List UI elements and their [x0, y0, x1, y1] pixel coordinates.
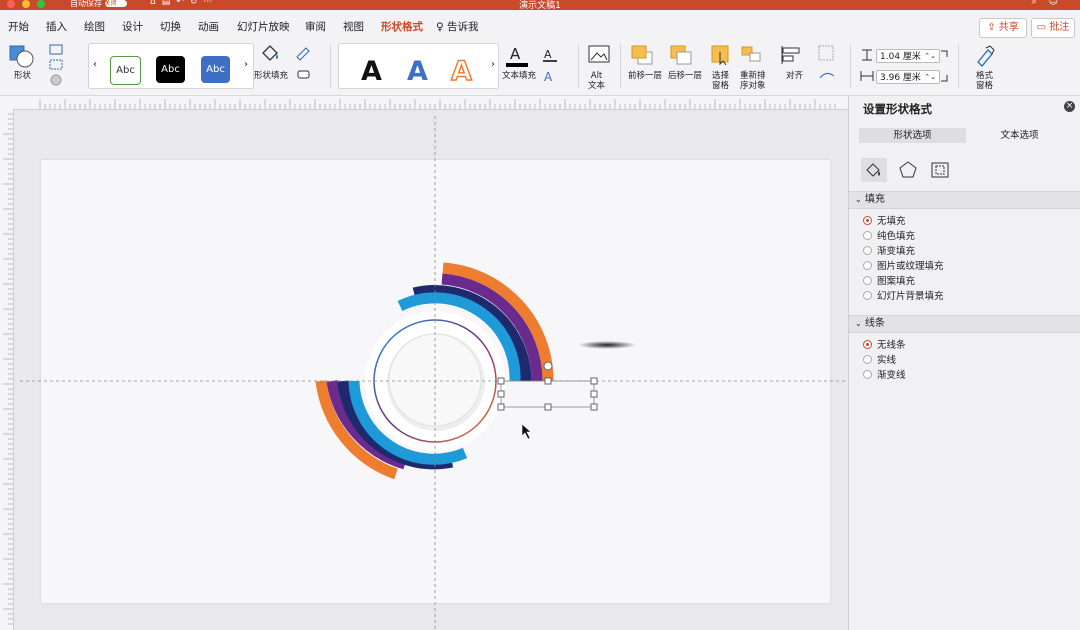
- pentagon-icon: [899, 161, 917, 178]
- option-label: 幻灯片背景填充: [877, 291, 944, 302]
- fill-section-label: 填充: [864, 194, 885, 205]
- fill-line-icon: [866, 163, 880, 177]
- radio-solid-line[interactable]: 实线: [863, 354, 896, 368]
- option-label: 无线条: [877, 340, 906, 351]
- tab-text-options[interactable]: 文本选项: [966, 128, 1073, 143]
- format-pane-icon[interactable]: [972, 44, 998, 68]
- height-value: 1.04 厘米: [880, 52, 921, 62]
- radio-picture-fill[interactable]: 图片或纹理填充: [863, 260, 944, 274]
- titlebar-right-icons: ⌕☺: [1032, 0, 1070, 7]
- search-icon[interactable]: ⌕: [1032, 0, 1049, 7]
- radio-gradient-fill[interactable]: 渐变填充: [863, 245, 915, 259]
- chevron-down-icon: ⌄: [855, 319, 862, 328]
- fill-section-header[interactable]: ⌄ 填充: [849, 191, 1080, 209]
- comments-button[interactable]: ▭ 批注: [1031, 18, 1075, 38]
- ribbon-separator: [850, 44, 851, 88]
- line-section-label: 线条: [864, 318, 885, 329]
- mouse-cursor-icon: [521, 423, 532, 440]
- radio-slide-background-fill[interactable]: 幻灯片背景填充: [863, 290, 944, 304]
- tab-shape-options[interactable]: 形状选项: [859, 128, 966, 143]
- rotate-handle-icon[interactable]: [543, 361, 553, 371]
- height-field[interactable]: 1.04 厘米 ⌃⌄: [876, 49, 940, 63]
- option-label: 无填充: [877, 216, 906, 227]
- size-properties-icon: [931, 162, 949, 178]
- radio-icon: [863, 291, 872, 300]
- width-stepper-icon[interactable]: ⌃⌄: [924, 70, 936, 84]
- shadow-ellipse-shape[interactable]: [578, 341, 636, 349]
- option-label: 图片或纹理填充: [877, 261, 944, 272]
- radio-gradient-line[interactable]: 渐变线: [863, 369, 906, 383]
- close-pane-icon[interactable]: ×: [1064, 101, 1075, 112]
- share-button[interactable]: ⇪ 共享: [979, 18, 1027, 38]
- comment-icon: ▭: [1036, 22, 1047, 33]
- size-properties-tab[interactable]: [927, 158, 953, 182]
- radio-icon: [863, 216, 872, 225]
- lock-aspect-icon[interactable]: [940, 49, 950, 85]
- radio-pattern-fill[interactable]: 图案填充: [863, 275, 915, 289]
- account-icon[interactable]: ☺: [1049, 0, 1070, 7]
- radio-no-fill[interactable]: 无填充: [863, 215, 906, 229]
- fill-line-tab[interactable]: [861, 158, 887, 182]
- share-icon: ⇪: [987, 22, 996, 33]
- radio-icon: [863, 370, 872, 379]
- width-value: 3.96 厘米: [880, 73, 921, 83]
- option-label: 纯色填充: [877, 231, 916, 242]
- pane-title: 设置形状格式: [863, 102, 932, 116]
- height-icon: [862, 49, 872, 61]
- width-icon: [860, 71, 874, 81]
- option-label: 实线: [877, 355, 897, 366]
- line-section-header[interactable]: ⌄ 线条: [849, 315, 1080, 333]
- radio-icon: [863, 261, 872, 270]
- radio-icon: [863, 340, 872, 349]
- option-label: 渐变线: [877, 370, 906, 381]
- ribbon-separator: [958, 44, 959, 88]
- option-label: 图案填充: [877, 276, 916, 287]
- circular-arcs-graphic[interactable]: [315, 262, 554, 480]
- radio-icon: [863, 355, 872, 364]
- format-pane-label: 格式 窗格: [976, 71, 994, 91]
- share-label: 共享: [998, 22, 1019, 33]
- width-field[interactable]: 3.96 厘米 ⌃⌄: [876, 70, 940, 84]
- height-stepper-icon[interactable]: ⌃⌄: [924, 49, 936, 63]
- radio-no-line[interactable]: 无线条: [863, 339, 906, 353]
- radio-icon: [863, 246, 872, 255]
- chevron-down-icon: ⌄: [855, 195, 862, 204]
- radio-icon: [863, 231, 872, 240]
- option-label: 渐变填充: [877, 246, 916, 257]
- format-shape-pane: 设置形状格式 × 形状选项 文本选项 ⌄ 填充 无填充 纯色填充 渐变填充 图片…: [848, 96, 1080, 630]
- comments-label: 批注: [1049, 22, 1070, 33]
- slide-artwork: [20, 116, 848, 630]
- radio-solid-fill[interactable]: 纯色填充: [863, 230, 915, 244]
- effects-tab[interactable]: [895, 158, 921, 182]
- radio-icon: [863, 276, 872, 285]
